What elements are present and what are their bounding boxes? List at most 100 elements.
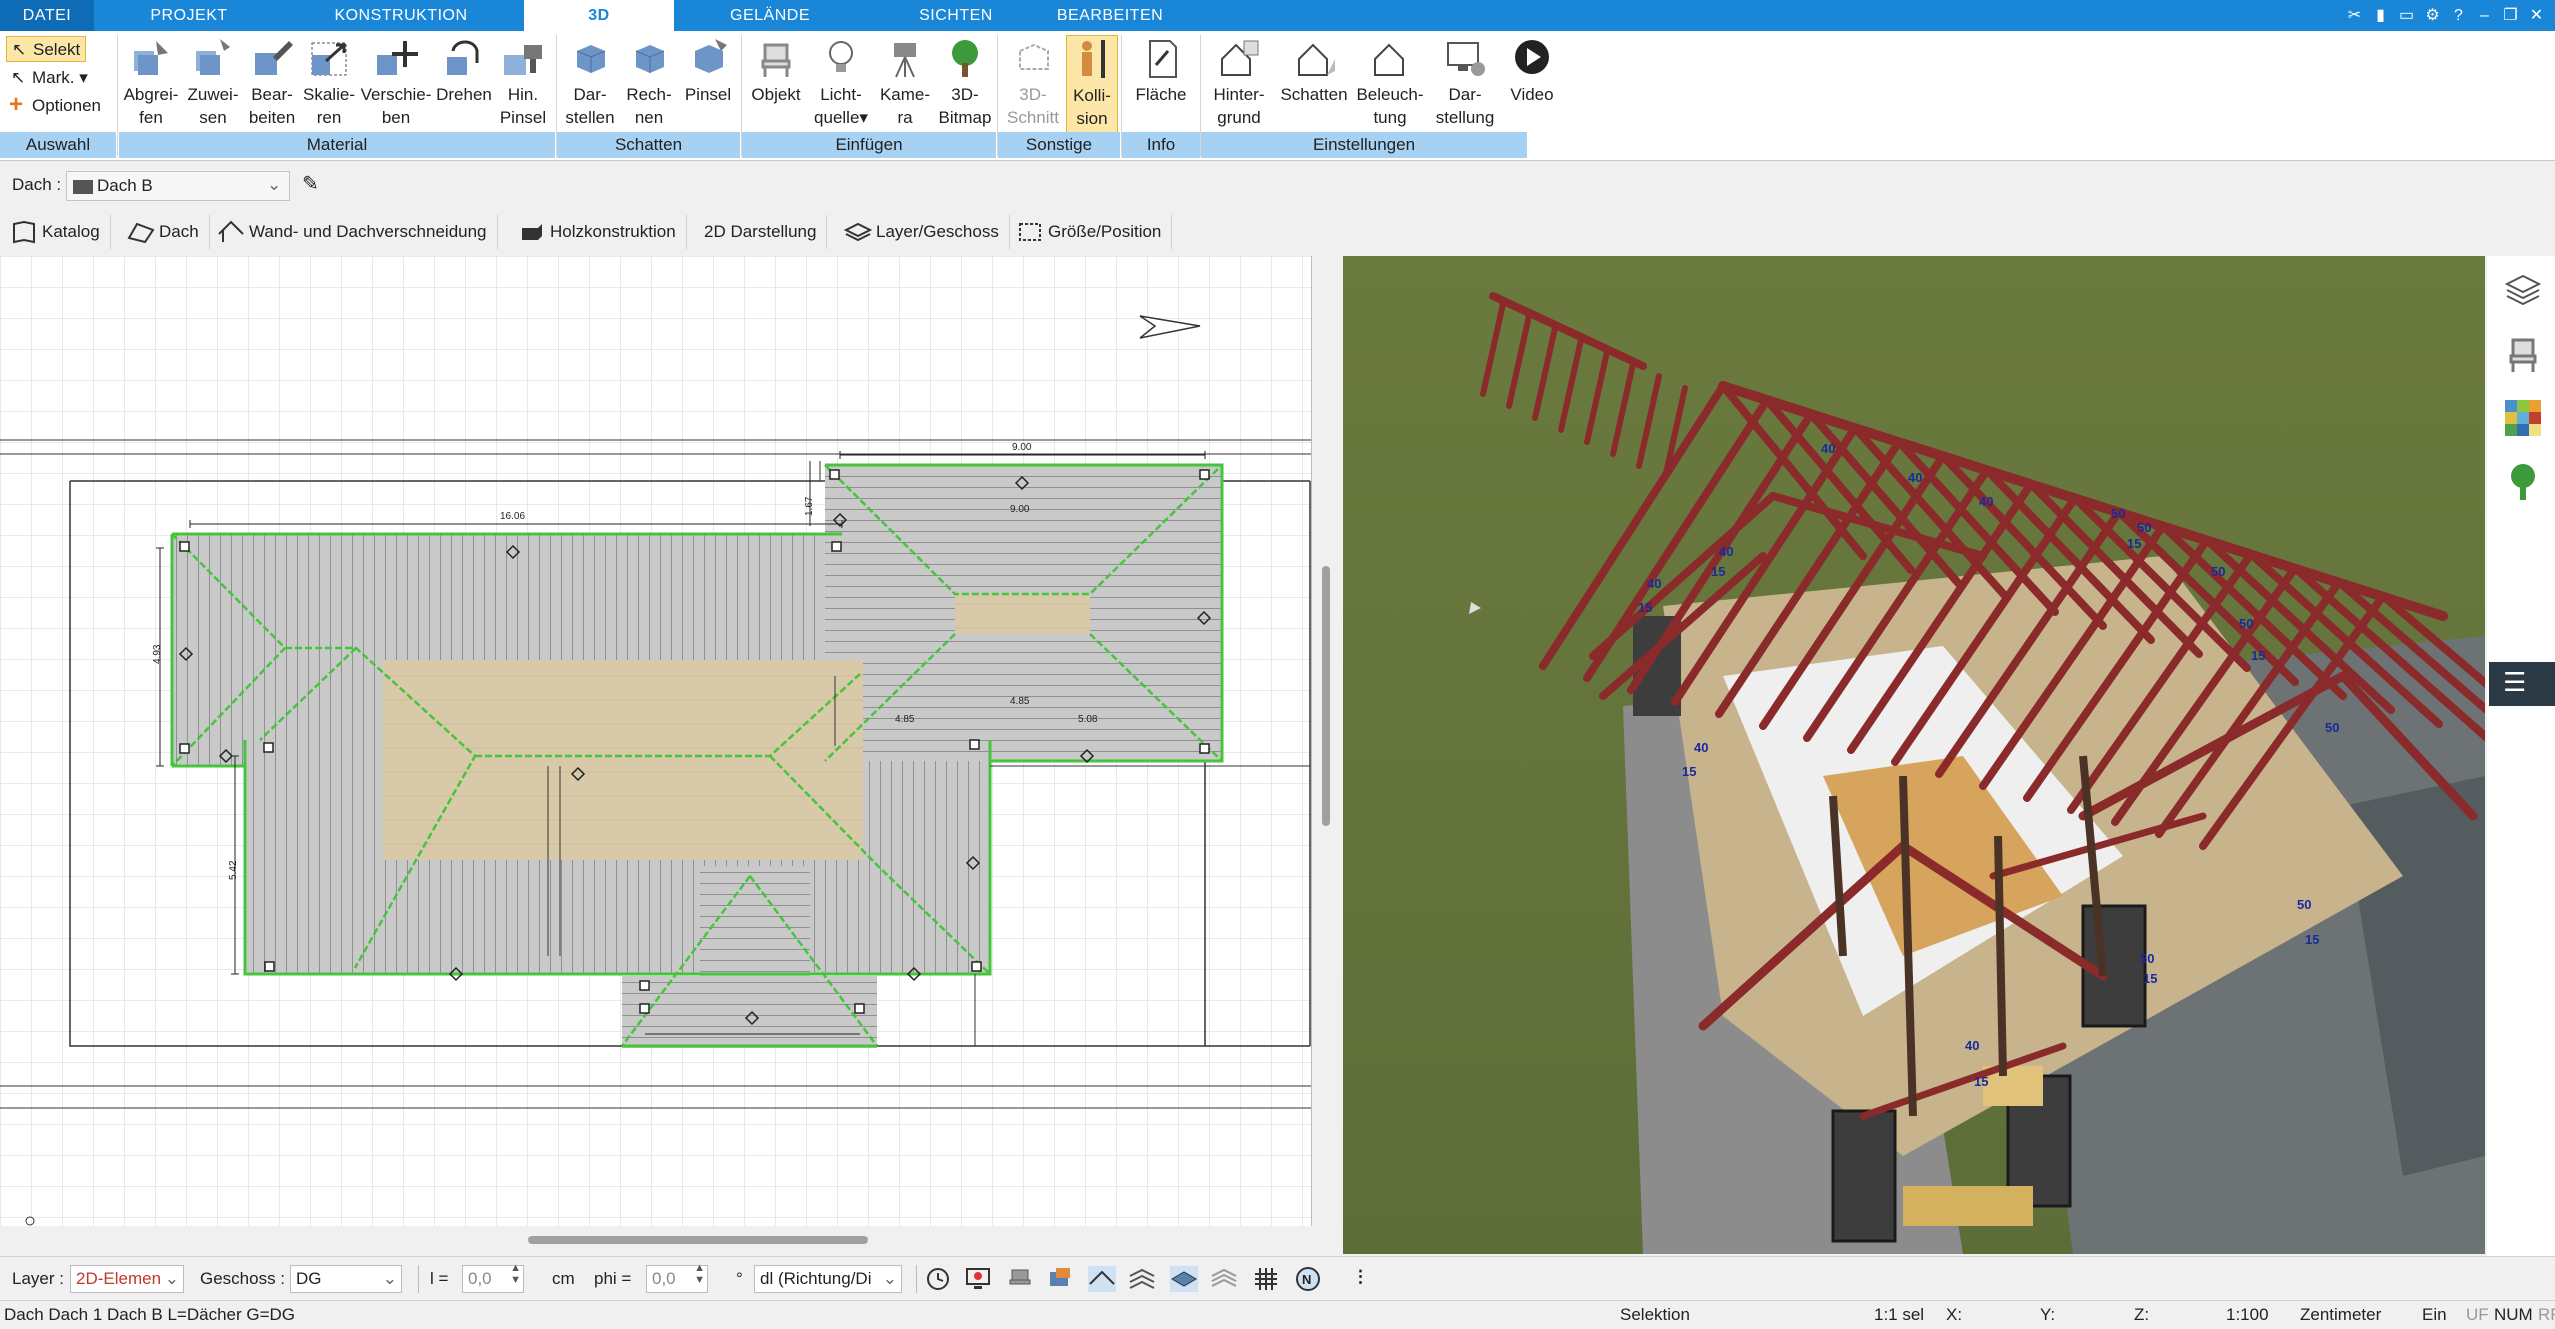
chevron-down-icon: ⌄ (164, 1269, 179, 1288)
calc-label-2: nen (634, 108, 664, 127)
stepper-icon[interactable]: ▲ ▼ (694, 1262, 705, 1286)
show-shadow-button[interactable]: Dar-stellen (560, 35, 620, 129)
options-tool[interactable]: + Optionen (6, 92, 101, 119)
status-ein: Ein (2422, 1305, 2447, 1324)
layers-icon[interactable] (2503, 270, 2543, 310)
scroll-thumb[interactable] (528, 1236, 868, 1244)
grid-icon[interactable] (1252, 1266, 1280, 1292)
pencil-icon[interactable]: ✎ (302, 171, 319, 196)
ribbon-tab-bar: DATEI PROJEKT KONSTRUKTION 3D GELÄNDE SI… (0, 0, 2555, 31)
video-button[interactable]: Video (1502, 35, 1562, 106)
group-material: Material (119, 132, 555, 158)
collision-label-2: sion (1076, 109, 1108, 128)
roof-tool-row: Katalog Dach Wand- und Dachverschneidung… (0, 211, 1340, 254)
calculate-shadow-button[interactable]: Rech-nen (620, 35, 678, 129)
area-button[interactable]: Fläche (1124, 35, 1198, 106)
size-position-button[interactable]: Größe/Position (1006, 215, 1173, 249)
close-icon[interactable]: ✕ (2524, 3, 2549, 28)
timber-button[interactable]: Holzkonstruktion (508, 215, 687, 249)
window-icon[interactable]: ▭ (2394, 3, 2419, 28)
scene-3d-canvas: 40 15 40 40 40 50 50 15 50 50 15 50 50 1… (1343, 256, 2485, 1254)
floor-dropdown[interactable]: DG ⌄ (290, 1265, 402, 1293)
scroll-thumb[interactable] (1322, 566, 1330, 826)
chevron-down-icon: ⌄ (882, 1269, 897, 1288)
layer-3d-icon[interactable] (1170, 1266, 1198, 1292)
north-icon[interactable]: N (1294, 1266, 1322, 1292)
insert-object-button[interactable]: Objekt (744, 35, 808, 106)
bookmark-icon[interactable]: ▮ (2368, 3, 2393, 28)
chair-3d-icon[interactable] (1006, 1266, 1034, 1292)
display2d-button[interactable]: 2D Darstellung (692, 215, 828, 249)
wall-roof-cut-button[interactable]: Wand- und Dachverschneidung (207, 215, 498, 249)
restore-icon[interactable]: ❐ (2498, 3, 2523, 28)
roof-button[interactable]: Dach (117, 215, 210, 249)
pick-material-button[interactable]: Abgrei-fen (120, 35, 182, 129)
stack-icon[interactable] (1210, 1266, 1238, 1292)
clock-icon[interactable] (924, 1266, 952, 1292)
materials-icon[interactable] (2503, 398, 2543, 438)
display-settings-button[interactable]: Dar-stellung (1428, 35, 1502, 129)
camera-label-2: ra (897, 108, 913, 127)
rotate-material-button[interactable]: Drehen (434, 35, 494, 106)
length-input[interactable]: 0,0 ▲ ▼ (462, 1262, 524, 1293)
brush-material-button[interactable]: Hin. Pinsel (494, 35, 552, 129)
tree-icon[interactable] (2503, 462, 2543, 502)
furniture-icon[interactable] (1046, 1266, 1074, 1292)
angle-input[interactable]: 0,0 ▲ ▼ (646, 1262, 708, 1293)
status-selection: 1:1 sel (1874, 1305, 1925, 1324)
tab-edit[interactable]: BEARBEITEN (1050, 0, 1170, 31)
insert-bitmap-button[interactable]: 3D- Bitmap (936, 35, 994, 129)
plan-vertical-scrollbar[interactable] (1314, 256, 1338, 1226)
tab-views[interactable]: SICHTEN (868, 0, 1044, 31)
roof-selector-dropdown[interactable]: Dach B ⌄ (66, 171, 290, 201)
area-label: Fläche (1135, 85, 1187, 104)
tools-icon[interactable]: ✂ (2342, 3, 2367, 28)
stepper-icon[interactable]: ▲ ▼ (510, 1262, 521, 1286)
scale-material-button[interactable]: Skalie-ren (300, 35, 358, 129)
move-material-button[interactable]: Verschie-ben (358, 35, 434, 129)
catalog-button[interactable]: Katalog (0, 215, 111, 249)
layer-button[interactable]: Layer/Geschoss (834, 215, 1010, 249)
length-unit: cm (552, 1269, 575, 1288)
panel-toggle-button[interactable]: ☰ (2489, 662, 2555, 706)
brush-label-2: Pinsel (499, 108, 547, 127)
dim-label: 9.00 (1012, 442, 1032, 453)
tab-project[interactable]: PROJEKT (94, 0, 284, 31)
monitor-icon[interactable] (964, 1266, 992, 1292)
view-3d[interactable]: 40 15 40 40 40 50 50 15 50 50 15 50 50 1… (1343, 256, 2485, 1254)
lighting-button[interactable]: Beleuch-tung (1352, 35, 1428, 129)
shadows-button[interactable]: Schatten (1276, 35, 1352, 106)
tab-terrain[interactable]: GELÄNDE (680, 0, 860, 31)
roof-label: Dach (159, 222, 199, 241)
floor-value: DG (296, 1269, 322, 1288)
plan-horizontal-scrollbar[interactable] (0, 1226, 1312, 1248)
help-icon[interactable]: ? (2446, 3, 2471, 28)
more-options-icon[interactable]: ⋮ (1352, 1267, 1369, 1287)
section-3d-button[interactable]: 3D- Schnitt (1000, 35, 1066, 129)
layer-dropdown[interactable]: 2D-Elemen ⌄ (70, 1265, 184, 1293)
roof-tiles-icon[interactable] (1128, 1266, 1156, 1292)
tab-file[interactable]: DATEI (0, 0, 94, 31)
tab-3d[interactable]: 3D (524, 0, 674, 31)
mark-tool[interactable]: ↖ Mark. ▾ (6, 65, 88, 91)
label-3d: 50 (2239, 616, 2253, 631)
settings-icon[interactable]: ⚙ (2420, 3, 2445, 28)
insert-camera-button[interactable]: Kame-ra (874, 35, 936, 129)
light-label-1: Licht- (820, 85, 862, 104)
show-label-2: stellen (565, 108, 615, 127)
background-button[interactable]: Hinter-grund (1202, 35, 1276, 129)
edit-material-button[interactable]: Bear-beiten (244, 35, 300, 129)
size-label: Größe/Position (1048, 222, 1162, 241)
assign-material-button[interactable]: Zuwei-sen (182, 35, 244, 129)
tab-construction[interactable]: KONSTRUKTION (290, 0, 512, 31)
shadow-brush-button[interactable]: Pinsel (678, 35, 738, 106)
collision-button[interactable]: Kolli-sion (1066, 35, 1118, 133)
chair-icon[interactable] (2503, 334, 2543, 374)
direction-dropdown[interactable]: dl (Richtung/Di ⌄ (754, 1265, 902, 1293)
insert-light-button[interactable]: Licht-quelle▾ (808, 35, 874, 129)
select-tool[interactable]: ↖ Selekt (6, 36, 86, 62)
plan-view-2d[interactable]: 9.00 16.06 4.93 5.42 1.67 9.00 4.85 5.08… (0, 256, 1312, 1226)
minimize-icon[interactable]: – (2472, 3, 2497, 28)
house-light-icon (1374, 43, 1404, 76)
roof-view-icon[interactable] (1088, 1266, 1116, 1292)
